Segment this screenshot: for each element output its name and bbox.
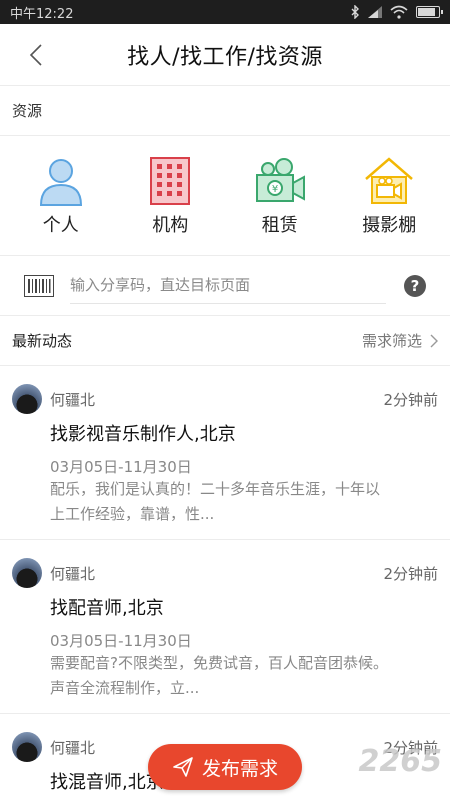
post-description-line: 需要配音?不限类型，免费试音，百人配音团恭候。 [50, 654, 388, 672]
category-studio[interactable]: 摄影棚 [339, 155, 439, 237]
category-organization[interactable]: 机构 [120, 155, 220, 237]
studio-house-icon [365, 156, 414, 204]
post-description: 需要配音?不限类型，免费试音，百人配音团恭候。 声音全流程制作，立... [50, 651, 438, 701]
avatar[interactable] [12, 384, 42, 414]
publish-request-button[interactable]: 发布需求 [148, 744, 302, 790]
category-label: 个人 [42, 214, 79, 236]
barcode-icon[interactable] [24, 274, 54, 297]
filter-button[interactable]: 需求筛选 [362, 330, 438, 351]
category-label: 机构 [152, 214, 189, 236]
send-icon [173, 757, 193, 777]
header: 找人/找工作/找资源 [0, 24, 450, 86]
category-label: 摄影棚 [362, 214, 417, 236]
signal-icon [368, 6, 382, 18]
post-item[interactable]: 何疆北 2分钟前 找影视音乐制作人,北京 03月05日-11月30日 配乐，我们… [0, 366, 450, 540]
battery-icon [416, 6, 443, 18]
avatar[interactable] [12, 732, 42, 762]
building-icon [150, 156, 191, 205]
publish-request-label: 发布需求 [201, 757, 278, 780]
status-icons [350, 5, 443, 19]
post-title: 找影视音乐制作人,北京 [50, 424, 236, 445]
person-icon [39, 158, 82, 206]
post-description-line: 配乐，我们是认真的！二十多年音乐生涯，十年以 [50, 480, 381, 498]
post-description-line: 上工作经验，靠谱，性... [50, 505, 215, 523]
battery-level [418, 8, 436, 16]
post-author: 何疆北 [50, 564, 96, 583]
post-description: 配乐，我们是认真的！二十多年音乐生涯，十年以 上工作经验，靠谱，性... [50, 477, 438, 527]
category-label: 租赁 [261, 214, 298, 236]
post-author: 何疆北 [50, 390, 96, 409]
post-time: 2分钟前 [383, 390, 438, 409]
svg-text:¥: ¥ [272, 184, 278, 195]
rental-camera-icon: ¥ [255, 157, 305, 202]
feed-header: 最新动态 需求筛选 [0, 316, 450, 366]
wifi-icon [390, 5, 408, 19]
post-date: 03月05日-11月30日 [50, 458, 192, 476]
chevron-right-icon [430, 334, 438, 347]
share-code-row: ? [0, 256, 450, 316]
filter-label: 需求筛选 [361, 332, 422, 350]
share-code-input[interactable] [70, 267, 386, 304]
category-person[interactable]: 个人 [11, 155, 111, 237]
watermark-logo: 2265 [358, 744, 443, 779]
post-item[interactable]: 何疆北 2分钟前 找配音师,北京 03月05日-11月30日 需要配音?不限类型… [0, 540, 450, 714]
avatar[interactable] [12, 558, 42, 588]
category-rental[interactable]: ¥ 租赁 [230, 155, 330, 237]
back-button[interactable] [18, 36, 54, 74]
section-label: 资源 [0, 86, 450, 136]
post-title: 找配音师,北京 [50, 598, 164, 619]
page-title: 找人/找工作/找资源 [127, 44, 323, 70]
status-time: 中午12:22 [10, 6, 74, 22]
bluetooth-icon [351, 5, 359, 19]
post-description-line: 声音全流程制作，立... [50, 679, 200, 697]
feed-title: 最新动态 [12, 332, 73, 350]
status-bar: 中午12:22 [0, 0, 450, 24]
chevron-left-icon [29, 44, 42, 66]
post-date: 03月05日-11月30日 [50, 632, 192, 650]
help-icon[interactable]: ? [404, 274, 426, 297]
post-time: 2分钟前 [383, 564, 438, 583]
category-row: 个人 机构 ¥ 租赁 摄影棚 [0, 136, 450, 256]
